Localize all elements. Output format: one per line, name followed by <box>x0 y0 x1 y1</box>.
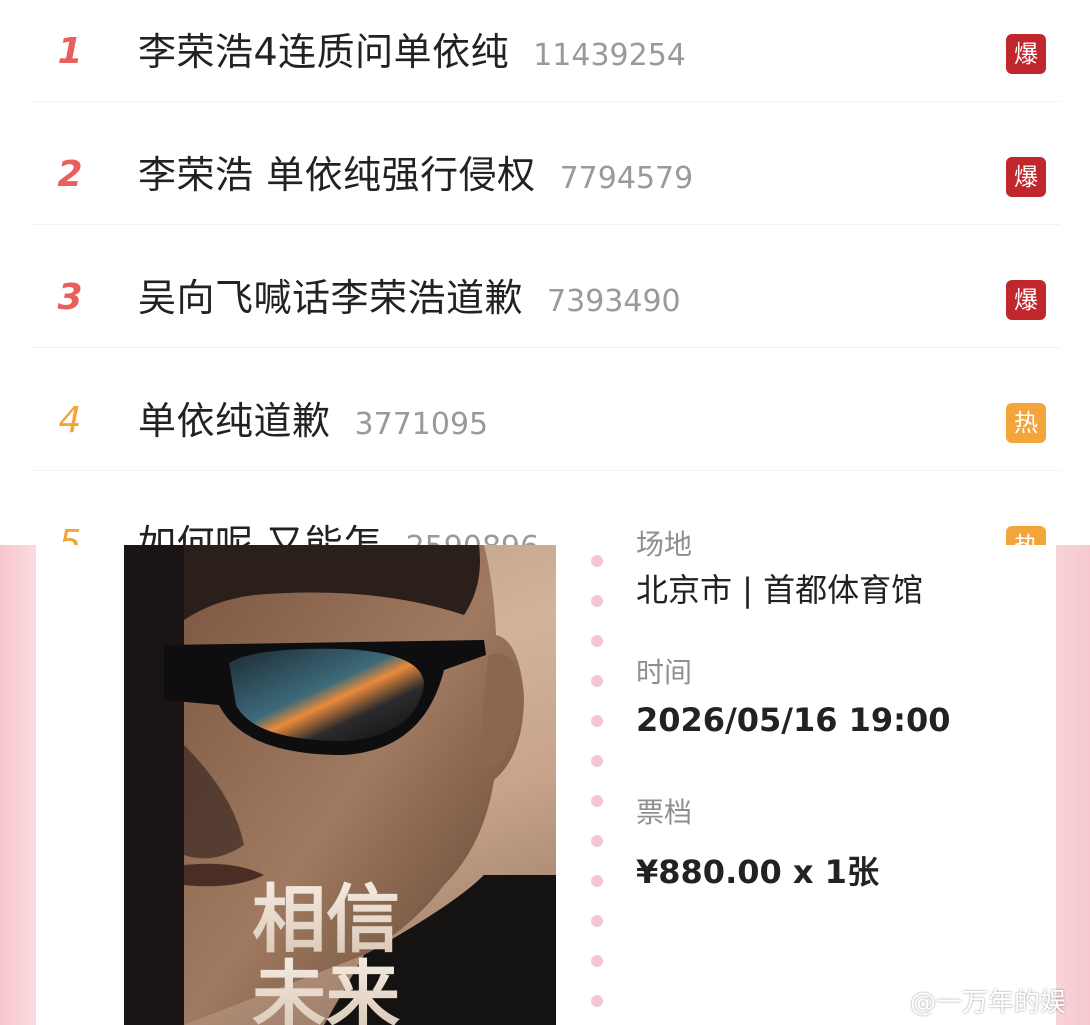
list-item[interactable]: 4 单依纯道歉 3771095 热 <box>0 371 1090 471</box>
list-item-title: 单依纯道歉 3771095 <box>138 396 488 446</box>
time-label: 时间 <box>636 656 693 689</box>
list-item-title: 李荣浩 单依纯强行侵权 7794579 <box>138 150 693 200</box>
bao-badge: 爆 <box>1006 157 1046 197</box>
perforation-dot <box>591 595 603 607</box>
topic-text[interactable]: 吴向飞喊话李荣浩道歉 <box>138 273 523 323</box>
divider <box>30 101 1060 102</box>
list-item[interactable]: 3 吴向飞喊话李荣浩道歉 7393490 爆 <box>0 248 1090 348</box>
perforation-dot <box>591 795 603 807</box>
topic-text[interactable]: 单依纯道歉 <box>138 396 331 446</box>
perforation-dot <box>591 955 603 967</box>
tier-label: 票档 <box>636 796 693 829</box>
tier-value: ¥880.00 x 1张 <box>636 853 879 891</box>
watermark-text: @一万年的娱 <box>910 987 1067 1018</box>
hot-search-list: 1 李荣浩4连质问单依纯 11439254 爆 2 李荣浩 单依纯强行侵权 77… <box>0 0 1090 566</box>
rank-number: 3 <box>57 277 83 318</box>
heat-count: 7794579 <box>559 161 694 196</box>
divider <box>30 347 1060 348</box>
perforation-dot <box>591 835 603 847</box>
poster-artwork: 相信 未来 <box>124 545 556 1025</box>
heat-count: 11439254 <box>533 38 686 73</box>
list-item[interactable]: 2 李荣浩 单依纯强行侵权 7794579 爆 <box>0 125 1090 225</box>
perforation-dot <box>591 715 603 727</box>
time-value: 2026/05/16 19:00 <box>636 701 951 739</box>
divider <box>30 470 1060 471</box>
rank-number: 4 <box>58 400 82 441</box>
rank-number: 1 <box>57 31 83 72</box>
watermark: @一万年的娱 <box>870 980 1066 1020</box>
topic-text[interactable]: 李荣浩 单依纯强行侵权 <box>138 150 536 200</box>
perforation-dot <box>591 875 603 887</box>
re-badge: 热 <box>1006 403 1046 443</box>
list-item-title: 吴向飞喊话李荣浩道歉 7393490 <box>138 273 681 323</box>
perforation-dot <box>591 755 603 767</box>
perforation-dot <box>591 915 603 927</box>
perforation-dots <box>590 545 604 1025</box>
poster-title-line2: 未来 <box>252 953 400 1025</box>
concert-poster: 相信 未来 <box>124 545 556 1025</box>
bao-badge: 爆 <box>1006 280 1046 320</box>
rank-number: 2 <box>57 154 83 195</box>
bao-badge: 爆 <box>1006 34 1046 74</box>
venue-value: 北京市 | 首都体育馆 <box>636 571 924 609</box>
list-item-title: 李荣浩4连质问单依纯 11439254 <box>138 27 686 77</box>
perforation-dot <box>591 555 603 567</box>
heat-count: 7393490 <box>547 284 681 319</box>
poster-title-line1: 相信 <box>252 877 400 963</box>
ticket-info: 场地 北京市 | 首都体育馆 时间 2026/05/16 19:00 票档 ¥8… <box>636 528 1056 1025</box>
divider <box>30 224 1060 225</box>
perforation-dot <box>591 635 603 647</box>
perforation-dot <box>591 675 603 687</box>
perforation-dot <box>591 995 603 1007</box>
weibo-icon <box>870 988 903 1014</box>
venue-label: 场地 <box>636 528 693 561</box>
heat-count: 3771095 <box>354 407 489 442</box>
topic-text[interactable]: 李荣浩4连质问单依纯 <box>138 27 509 77</box>
list-item[interactable]: 1 李荣浩4连质问单依纯 11439254 爆 <box>0 2 1090 102</box>
